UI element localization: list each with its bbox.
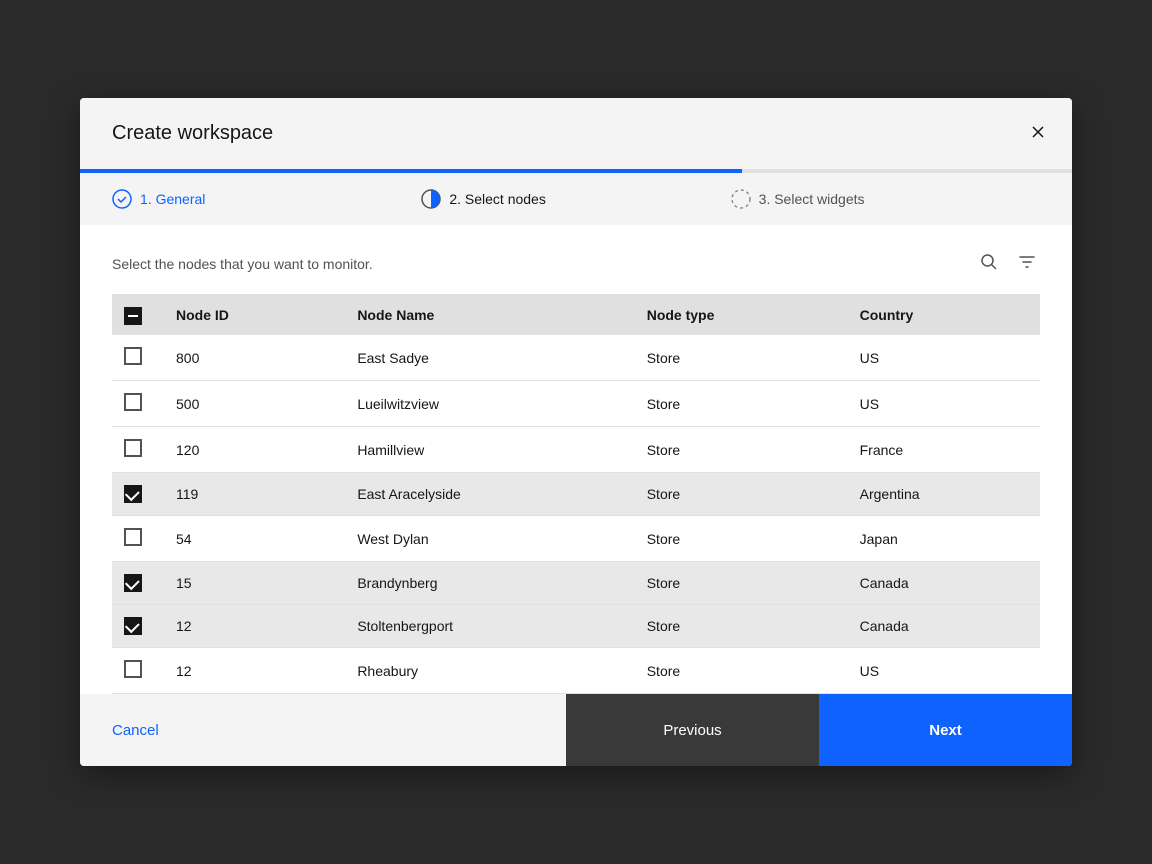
node-name: Stoltenbergport — [341, 605, 630, 648]
create-workspace-modal: Create workspace 1. General — [80, 98, 1072, 766]
step-select-nodes: 2. Select nodes — [421, 189, 730, 209]
section-header: Select the nodes that you want to monito… — [112, 249, 1040, 278]
col-node-id: Node ID — [160, 294, 341, 335]
node-id: 54 — [160, 516, 341, 562]
close-button[interactable] — [1024, 118, 1052, 150]
table-row: 15BrandynbergStoreCanada — [112, 562, 1040, 605]
node-type: Store — [631, 516, 844, 562]
modal-header: Create workspace 1. General — [80, 98, 1072, 225]
node-name: East Aracelyside — [341, 473, 630, 516]
row-checkbox[interactable] — [124, 485, 142, 503]
modal-footer: Cancel Previous Next — [80, 694, 1072, 766]
node-name: Rheabury — [341, 648, 630, 694]
node-id: 15 — [160, 562, 341, 605]
node-name: East Sadye — [341, 335, 630, 381]
row-checkbox-cell[interactable] — [112, 335, 160, 381]
steps-row: 1. General 2. Select nodes 3. Select wid… — [112, 173, 1040, 225]
section-description: Select the nodes that you want to monito… — [112, 256, 373, 272]
row-checkbox[interactable] — [124, 347, 142, 365]
progress-bar-fill — [80, 169, 742, 173]
node-country: Canada — [844, 605, 1040, 648]
table-row: 119East AracelysideStoreArgentina — [112, 473, 1040, 516]
row-checkbox-cell[interactable] — [112, 381, 160, 427]
progress-bar — [80, 169, 1072, 173]
step-pending-icon — [731, 189, 751, 209]
filter-button[interactable] — [1014, 249, 1040, 278]
step-active-icon — [421, 189, 441, 209]
cancel-button[interactable]: Cancel — [112, 722, 159, 739]
step-select-widgets-label: 3. Select widgets — [759, 191, 865, 207]
nodes-table: Node ID Node Name Node type Country 800E… — [112, 294, 1040, 694]
node-type: Store — [631, 427, 844, 473]
node-country: Japan — [844, 516, 1040, 562]
footer-left: Cancel — [80, 694, 566, 766]
row-checkbox[interactable] — [124, 528, 142, 546]
footer-next[interactable]: Next — [819, 694, 1072, 766]
row-checkbox[interactable] — [124, 660, 142, 678]
node-name: Brandynberg — [341, 562, 630, 605]
table-header-row: Node ID Node Name Node type Country — [112, 294, 1040, 335]
node-type: Store — [631, 473, 844, 516]
row-checkbox[interactable] — [124, 439, 142, 457]
node-type: Store — [631, 562, 844, 605]
node-country: US — [844, 381, 1040, 427]
node-id: 500 — [160, 381, 341, 427]
col-node-type: Node type — [631, 294, 844, 335]
node-country: US — [844, 648, 1040, 694]
node-name: West Dylan — [341, 516, 630, 562]
node-name: Lueilwitzview — [341, 381, 630, 427]
node-country: Argentina — [844, 473, 1040, 516]
col-country: Country — [844, 294, 1040, 335]
table-row: 800East SadyeStoreUS — [112, 335, 1040, 381]
row-checkbox-cell[interactable] — [112, 473, 160, 516]
row-checkbox-cell[interactable] — [112, 562, 160, 605]
table-row: 12RheaburyStoreUS — [112, 648, 1040, 694]
select-all-checkbox[interactable] — [124, 307, 142, 325]
row-checkbox[interactable] — [124, 574, 142, 592]
step-general-label: 1. General — [140, 191, 205, 207]
step-select-widgets: 3. Select widgets — [731, 189, 1040, 209]
row-checkbox-cell[interactable] — [112, 427, 160, 473]
node-id: 119 — [160, 473, 341, 516]
table-row: 500LueilwitzviewStoreUS — [112, 381, 1040, 427]
node-id: 800 — [160, 335, 341, 381]
node-type: Store — [631, 381, 844, 427]
row-checkbox[interactable] — [124, 393, 142, 411]
node-type: Store — [631, 605, 844, 648]
modal-body: Select the nodes that you want to monito… — [80, 225, 1072, 694]
step-select-nodes-label: 2. Select nodes — [449, 191, 546, 207]
node-country: US — [844, 335, 1040, 381]
node-type: Store — [631, 648, 844, 694]
next-button[interactable]: Next — [819, 694, 1072, 766]
node-country: France — [844, 427, 1040, 473]
table-row: 54West DylanStoreJapan — [112, 516, 1040, 562]
row-checkbox-cell[interactable] — [112, 516, 160, 562]
node-type: Store — [631, 335, 844, 381]
node-id: 12 — [160, 605, 341, 648]
step-completed-icon — [112, 189, 132, 209]
icon-actions — [976, 249, 1040, 278]
node-id: 120 — [160, 427, 341, 473]
node-country: Canada — [844, 562, 1040, 605]
table-row: 120HamillviewStoreFrance — [112, 427, 1040, 473]
step-general: 1. General — [112, 189, 421, 209]
search-button[interactable] — [976, 249, 1002, 278]
row-checkbox[interactable] — [124, 617, 142, 635]
row-checkbox-cell[interactable] — [112, 648, 160, 694]
table-row: 12StoltenbergportStoreCanada — [112, 605, 1040, 648]
col-node-name: Node Name — [341, 294, 630, 335]
previous-button[interactable]: Previous — [566, 694, 819, 766]
footer-previous[interactable]: Previous — [566, 694, 819, 766]
select-all-header[interactable] — [112, 294, 160, 335]
modal-title: Create workspace — [112, 122, 1040, 145]
node-name: Hamillview — [341, 427, 630, 473]
node-id: 12 — [160, 648, 341, 694]
row-checkbox-cell[interactable] — [112, 605, 160, 648]
